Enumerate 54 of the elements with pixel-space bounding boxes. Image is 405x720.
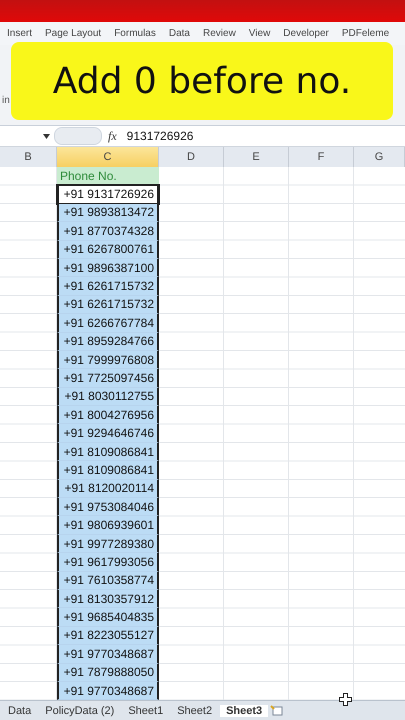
sheet-tab[interactable]: Data [2, 704, 38, 717]
new-sheet-icon[interactable] [270, 705, 284, 716]
table-cell: +91 8130357912 [57, 590, 159, 608]
column-header[interactable]: C [57, 147, 159, 167]
column-header[interactable]: G [354, 147, 405, 167]
table-cell: +91 9770348687 [57, 645, 159, 664]
sheet-tab[interactable]: Sheet1 [122, 704, 170, 717]
table-cell: +91 9896387100 [57, 258, 159, 278]
table-cell: +91 8770374328 [57, 222, 159, 241]
menu-tab[interactable]: Insert [7, 28, 32, 39]
ribbon-label: in [2, 94, 10, 106]
table-cell: +91 7610358774 [57, 572, 159, 590]
table-cell: +91 6261715732 [57, 277, 159, 296]
table-cell: +91 8959284766 [57, 332, 159, 351]
table-cell: +91 8004276956 [57, 406, 159, 424]
table-cell: +91 7999976808 [57, 350, 159, 370]
menu-tab[interactable]: Data [168, 28, 190, 39]
menu-tab[interactable]: Developer [283, 28, 329, 39]
table-cell: +91 6266767784 [57, 314, 159, 333]
function-icon[interactable]: fx [108, 128, 117, 144]
formula-field[interactable]: 9131726926 [126, 129, 194, 143]
table-cell: +91 8109086841 [57, 461, 159, 480]
sheet-tab[interactable]: Sheet2 [171, 704, 218, 717]
cursor-icon [339, 693, 352, 706]
table-cell: +91 8109086841 [57, 442, 159, 462]
table-cell: +91 9294646746 [57, 424, 159, 443]
column-header[interactable]: E [224, 147, 289, 167]
table-cell: +91 9806939601 [57, 516, 159, 535]
table-cell: +91 9617993056 [57, 553, 159, 572]
table-cell: +91 9685404835 [57, 608, 159, 627]
menu-tab[interactable]: Formulas [114, 28, 156, 39]
table-cell: Phone No. [57, 167, 159, 186]
menu-tab[interactable]: Page Layout [45, 28, 102, 39]
table-cell: +91 7725097456 [57, 369, 159, 388]
table-cell: +91 9977289380 [57, 534, 159, 554]
table-cell: +91 6261715732 [57, 296, 159, 314]
table-cell: +91 9131726926 [57, 185, 159, 204]
column-header[interactable]: D [159, 147, 224, 167]
caption-banner: Add 0 before no. [11, 42, 393, 120]
table-cell: +91 6267800761 [57, 240, 159, 259]
column-header[interactable]: F [289, 147, 354, 167]
table-cell: +91 9893813472 [57, 204, 159, 222]
table-cell: +91 9770348687 [57, 682, 159, 700]
menu-tab[interactable]: Review [203, 28, 236, 39]
table-cell: +91 8120020114 [57, 480, 159, 498]
table-cell: +91 7879888050 [57, 664, 159, 682]
menu-tab[interactable]: PDFeleme [342, 28, 390, 39]
sheet-tab[interactable]: PolicyData (2) [39, 704, 120, 717]
table-cell: +91 9753084046 [57, 498, 159, 516]
table-cell: +91 8223055127 [57, 626, 159, 646]
dropdown-icon[interactable] [43, 134, 50, 138]
sheet-tab[interactable]: Sheet3 [220, 704, 268, 717]
menu-tab[interactable]: View [248, 28, 270, 39]
table-cell: +91 8030112755 [57, 388, 159, 406]
